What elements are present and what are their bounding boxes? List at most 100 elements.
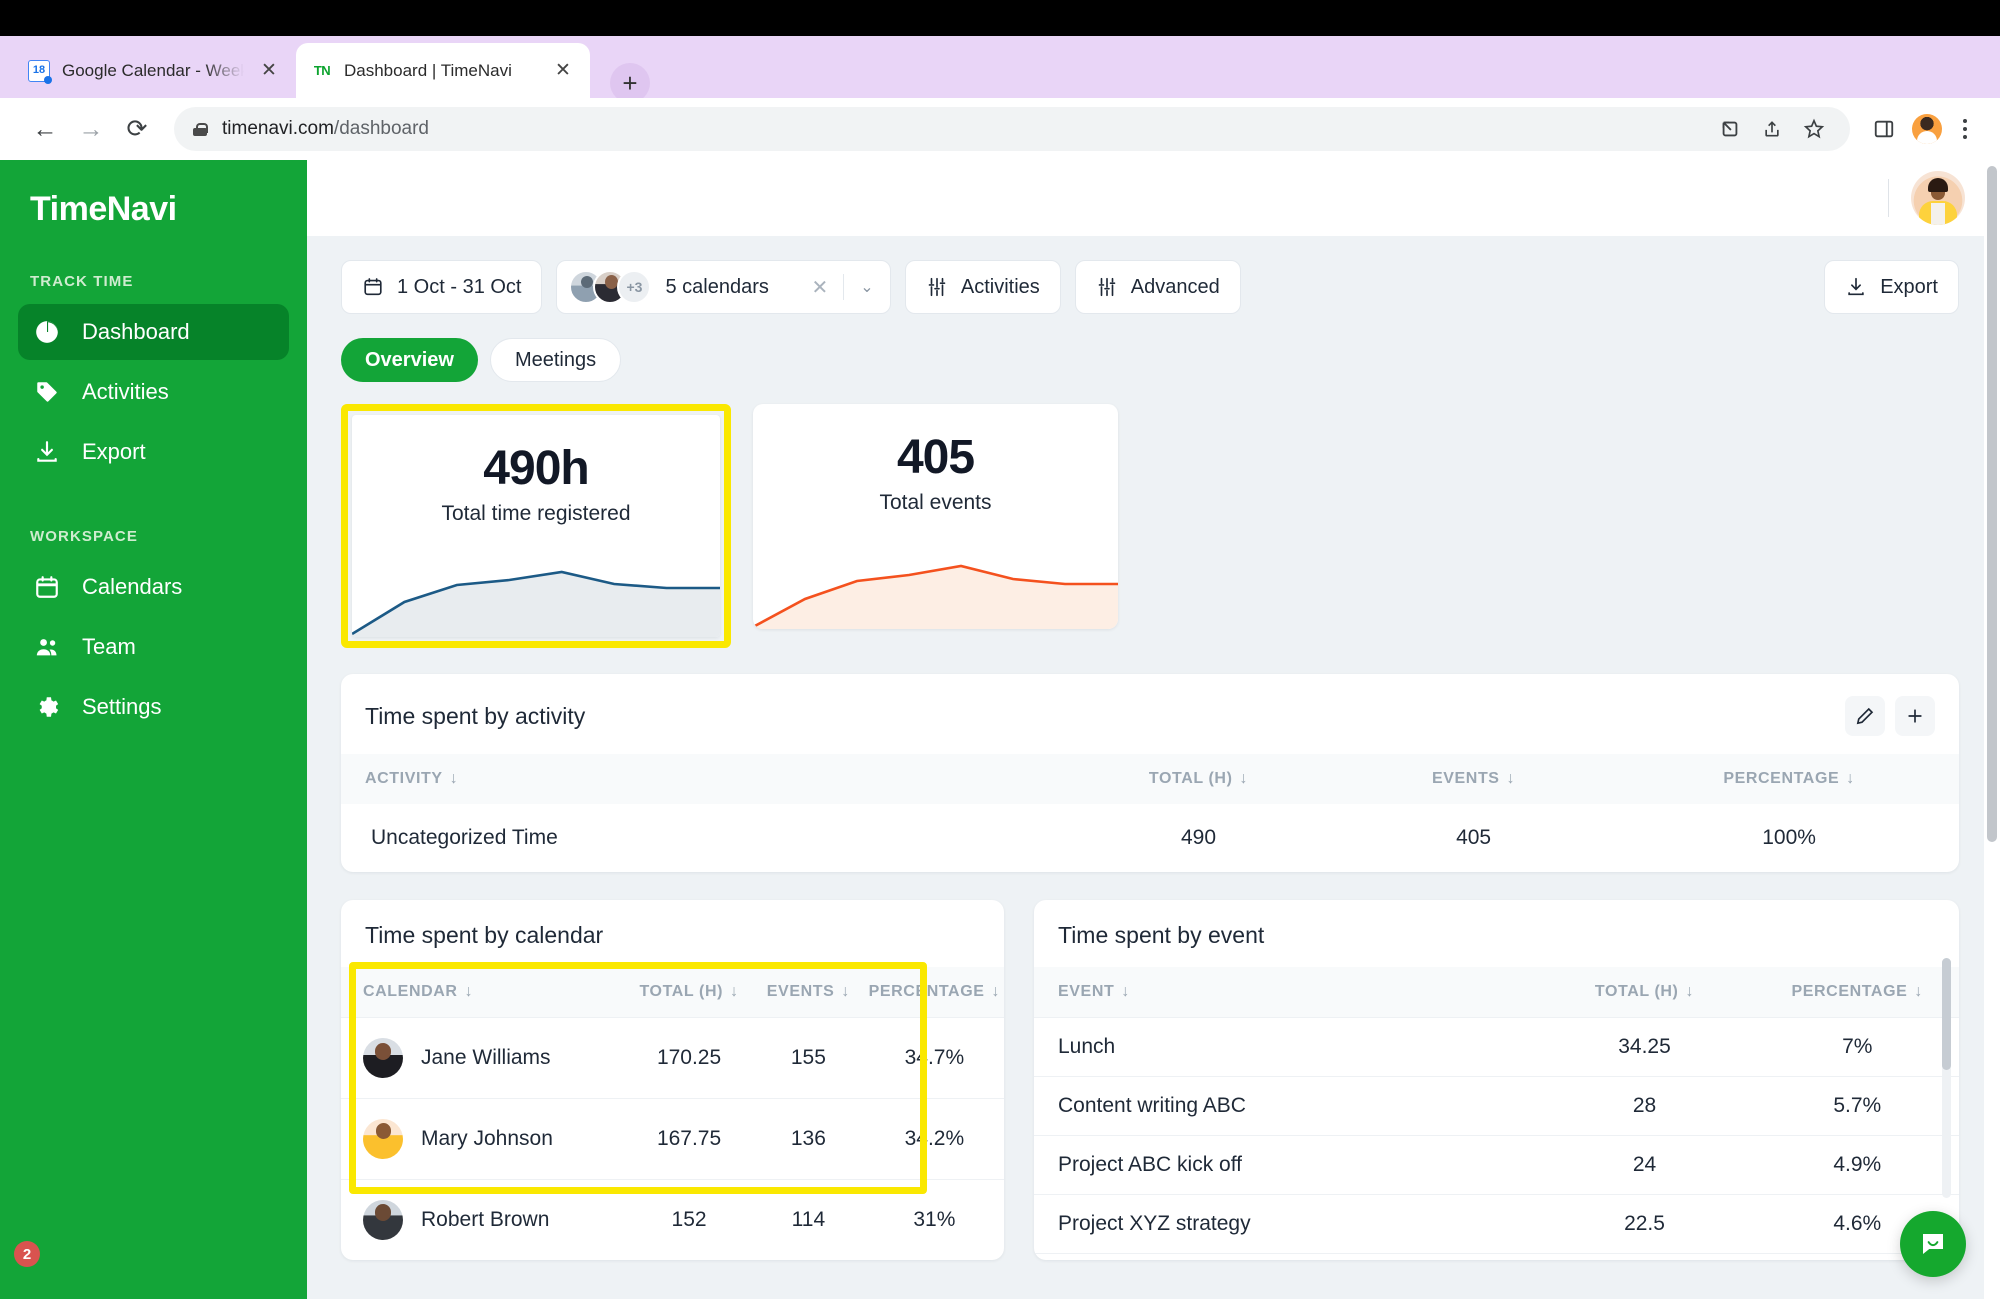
calendar-selector[interactable]: +3 5 calendars ✕ ⌄ — [556, 260, 891, 314]
url-input[interactable]: timenavi.com/dashboard — [174, 107, 1850, 151]
chrome-profile-avatar[interactable] — [1912, 114, 1942, 144]
sidebar-item-team[interactable]: Team — [18, 619, 289, 675]
tab-meetings[interactable]: Meetings — [489, 338, 622, 382]
column-header-activity[interactable]: ACTIVITY ↓ — [341, 754, 1070, 804]
activity-table: ACTIVITY ↓ TOTAL (H) ↓ EVENTS ↓ PERCENTAGE ↓… — [341, 754, 1959, 872]
table-row[interactable]: Mary Johnson 167.75 136 34.2% — [341, 1098, 1004, 1180]
column-header-percentage[interactable]: PERCENTAGE ↓ — [1619, 754, 1959, 804]
cell-event: Sales strategy — [1034, 1253, 1534, 1260]
view-tabs: Overview Meetings — [341, 338, 1959, 382]
window-title-bar — [0, 0, 2000, 36]
highlight-box-total-time: 490h Total time registered — [341, 404, 731, 648]
close-icon[interactable]: ✕ — [550, 58, 576, 84]
column-header-event[interactable]: EVENT ↓ — [1034, 967, 1534, 1018]
card-time-spent-by-activity: Time spent by activity ACTIVITY ↓ TOTAL … — [341, 674, 1959, 872]
cell-event: Project XYZ strategy — [1034, 1194, 1534, 1254]
table-row[interactable]: Jane Williams 170.25 155 34.7% — [341, 1017, 1004, 1099]
export-button[interactable]: Export — [1824, 260, 1959, 314]
avatar-overflow-count: +3 — [617, 270, 652, 304]
cell-total: 167.75 — [626, 1098, 753, 1180]
sidebar-item-export[interactable]: Export — [18, 424, 289, 480]
tab-overview[interactable]: Overview — [341, 338, 478, 382]
stat-card-total-events[interactable]: 405 Total events — [753, 404, 1118, 629]
column-header-total[interactable]: TOTAL (H) ↓ — [1533, 967, 1756, 1018]
sidebar-item-calendars[interactable]: Calendars — [18, 559, 289, 615]
column-header-total[interactable]: TOTAL (H) ↓ — [626, 967, 753, 1018]
reload-icon[interactable]: ⟳ — [114, 106, 160, 152]
column-header-percentage[interactable]: PERCENTAGE ↓ — [1755, 967, 1959, 1018]
back-icon[interactable]: ← — [22, 106, 68, 152]
card-title: Time spent by calendar — [365, 922, 604, 948]
cell-total: 22 — [1533, 1253, 1756, 1260]
browser-tab-timenavi-dashboard[interactable]: TN Dashboard | TimeNavi ✕ — [296, 43, 590, 98]
clear-icon[interactable]: ✕ — [807, 275, 833, 300]
event-table-scrollbar[interactable] — [1942, 958, 1951, 1198]
stat-value: 490h — [483, 442, 589, 495]
cell-total: 34.25 — [1533, 1017, 1756, 1077]
app-topbar — [307, 160, 1993, 236]
table-row[interactable]: Robert Brown 152 114 31% — [341, 1179, 1004, 1260]
cell-calendar: Jane Williams — [341, 1017, 627, 1099]
advanced-filter-label: Advanced — [1130, 275, 1220, 298]
sidebar-item-label: Export — [82, 439, 146, 464]
sidebar-item-activities[interactable]: Activities — [18, 364, 289, 420]
stat-label: Total time registered — [441, 502, 631, 525]
calendar-name: Mary Johnson — [421, 1127, 553, 1150]
edit-pencil-icon[interactable] — [1845, 696, 1885, 736]
stat-cards: 490h Total time registered 405 Total eve… — [341, 404, 1959, 648]
forward-icon[interactable]: → — [68, 106, 114, 152]
url-path: /dashboard — [333, 118, 429, 139]
sort-arrow-down-icon: ↓ — [730, 983, 739, 1000]
sidebar-notification-badge[interactable]: 2 — [14, 1241, 40, 1267]
app-sidebar: TimeNavi TRACK TIME Dashboard Activities… — [0, 160, 307, 1299]
table-row[interactable]: Project XYZ strategy 22.5 4.6% — [1034, 1194, 1959, 1254]
calendar-icon — [362, 276, 384, 298]
browser-tab-strip: 18 Google Calendar - Week of Ma ✕ TN Das… — [0, 36, 2000, 110]
share-icon[interactable] — [1754, 111, 1790, 147]
close-icon[interactable]: ✕ — [256, 58, 282, 84]
open-in-new-icon[interactable] — [1712, 111, 1748, 147]
sort-arrow-down-icon: ↓ — [1506, 770, 1516, 787]
timenavi-icon: TN — [313, 63, 331, 78]
divider — [842, 274, 844, 300]
google-calendar-icon: 18 — [28, 59, 50, 82]
tag-icon — [32, 377, 62, 407]
stat-card-wrap-total-events: 405 Total events — [753, 404, 1118, 648]
kebab-menu-icon[interactable] — [1952, 119, 1978, 139]
column-header-events[interactable]: EVENTS ↓ — [1327, 754, 1620, 804]
date-range-button[interactable]: 1 Oct - 31 Oct — [341, 260, 543, 314]
stat-card-total-time[interactable]: 490h Total time registered — [352, 415, 720, 637]
browser-tab-google-calendar[interactable]: 18 Google Calendar - Week of Ma ✕ — [14, 43, 296, 98]
calendar-icon — [32, 572, 62, 602]
advanced-filter-button[interactable]: Advanced — [1074, 260, 1241, 314]
gear-icon — [32, 692, 62, 722]
activities-filter-button[interactable]: Activities — [904, 260, 1061, 314]
cell-event: Project ABC kick off — [1034, 1135, 1534, 1195]
sidebar-item-label: Team — [82, 634, 136, 659]
avatar[interactable] — [1911, 171, 1965, 225]
card-title: Time spent by activity — [365, 702, 586, 729]
sidebar-item-label: Activities — [82, 379, 169, 404]
url-host: timenavi.com — [222, 118, 334, 139]
plus-icon[interactable] — [1895, 696, 1935, 736]
new-tab-button[interactable]: + — [610, 63, 650, 103]
chevron-down-icon[interactable]: ⌄ — [854, 277, 880, 297]
column-header-total[interactable]: TOTAL (H) ↓ — [1069, 754, 1328, 804]
sort-arrow-down-icon: ↓ — [1121, 983, 1130, 1000]
column-header-events[interactable]: EVENTS ↓ — [752, 967, 865, 1018]
table-row[interactable]: Content writing ABC 28 5.7% — [1034, 1076, 1959, 1136]
table-row[interactable]: Lunch 34.25 7% — [1034, 1017, 1959, 1077]
table-row[interactable]: Uncategorized Time 490 405 100% — [341, 804, 1959, 872]
column-header-calendar[interactable]: CALENDAR ↓ — [341, 967, 627, 1018]
side-panel-icon[interactable] — [1866, 111, 1902, 147]
chat-bubble-icon[interactable] — [1900, 1211, 1966, 1277]
cell-percentage: 34.7% — [864, 1017, 1004, 1099]
dashboard-content: 1 Oct - 31 Oct +3 5 calendars ✕ ⌄ Activi… — [307, 236, 1993, 1299]
column-header-percentage[interactable]: PERCENTAGE ↓ — [864, 967, 1004, 1018]
table-row[interactable]: Project ABC kick off 24 4.9% — [1034, 1135, 1959, 1195]
bookmark-star-icon[interactable] — [1796, 111, 1832, 147]
table-row[interactable]: Sales strategy 22 4.5% — [1034, 1253, 1959, 1260]
sidebar-item-dashboard[interactable]: Dashboard — [18, 304, 289, 360]
sidebar-item-settings[interactable]: Settings — [18, 679, 289, 735]
page-scrollbar[interactable] — [1984, 160, 2000, 1299]
